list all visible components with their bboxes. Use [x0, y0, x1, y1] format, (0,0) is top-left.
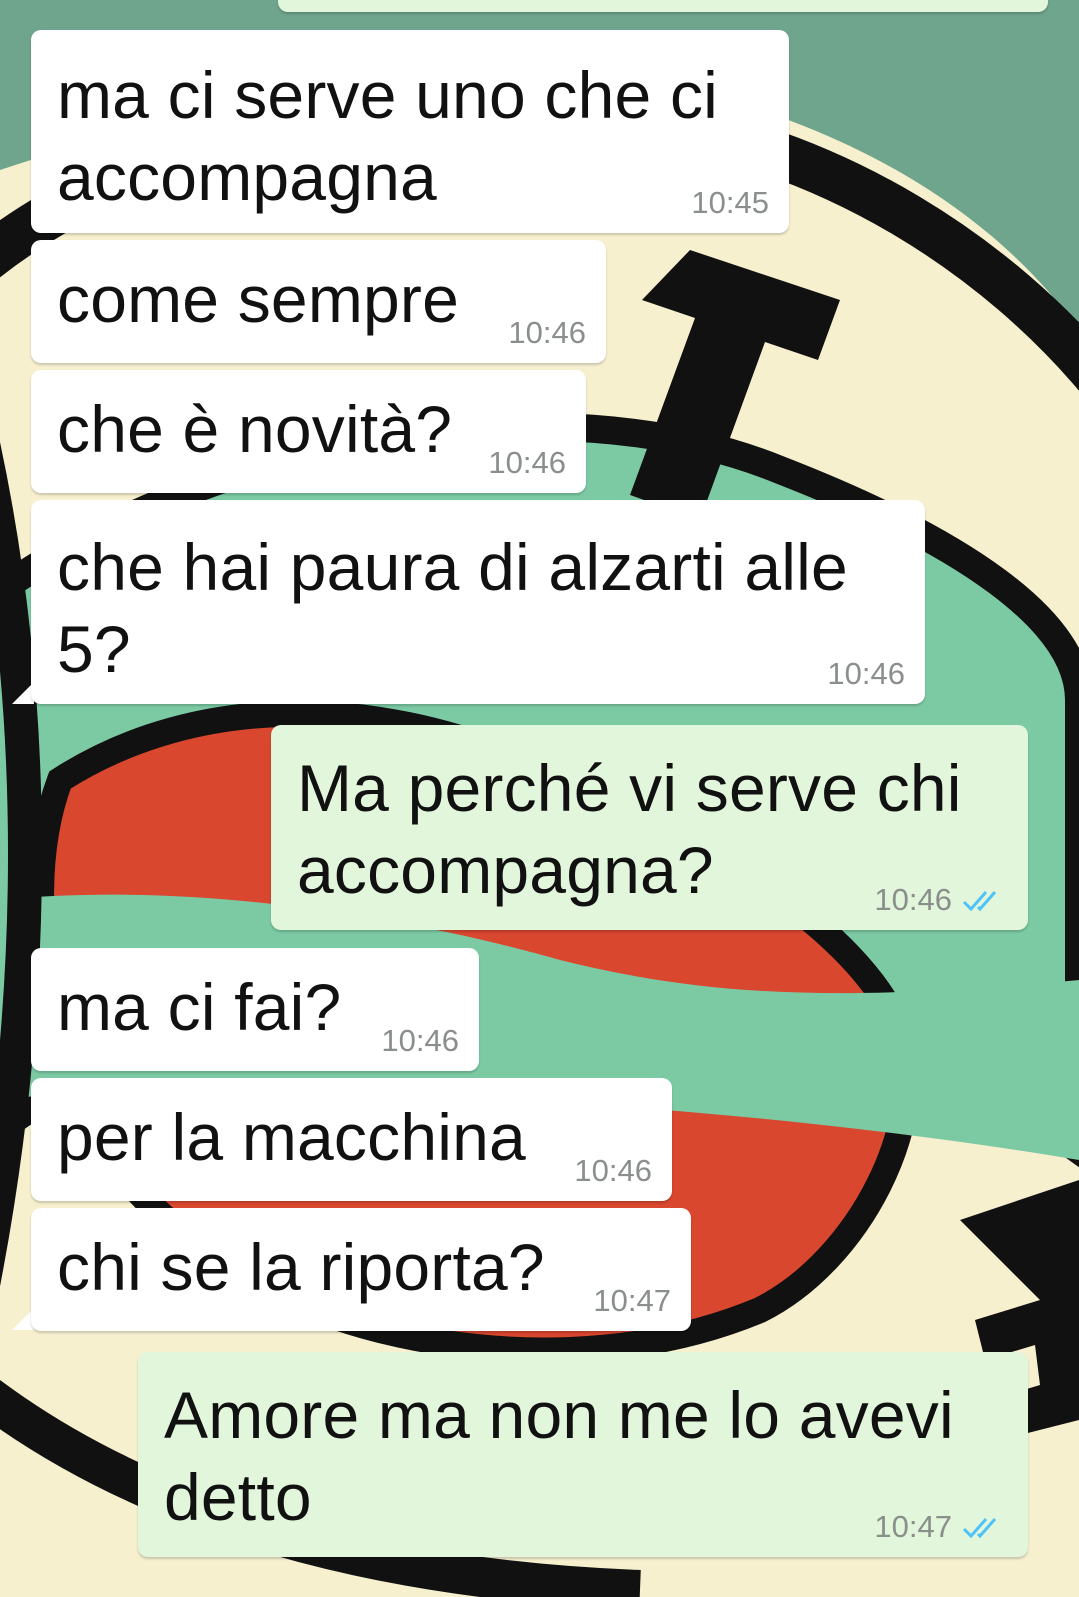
incoming-message[interactable]: che hai paura di alzarti alle 5? 10:46	[31, 500, 925, 704]
message-meta: 10:47	[874, 1509, 1008, 1545]
outgoing-message[interactable]: Amore ma non me lo avevi detto 10:47	[138, 1352, 1028, 1557]
incoming-message[interactable]: ma ci serve uno che ci accompagna 10:45	[31, 30, 789, 233]
message-text: per la macchina	[57, 1100, 526, 1174]
double-check-icon	[962, 891, 997, 912]
message-text: che è novità?	[57, 392, 453, 466]
message-text: che hai paura di alzarti alle 5?	[57, 530, 848, 686]
incoming-message[interactable]: per la macchina 10:46	[31, 1078, 672, 1201]
message-meta: 10:46	[508, 315, 586, 351]
message-meta: 10:46	[574, 1153, 652, 1189]
message-time: 10:46	[874, 882, 952, 917]
message-meta: 10:46	[874, 882, 1008, 918]
message-text: chi se la riporta?	[57, 1230, 545, 1304]
previous-message-edge	[278, 0, 1048, 12]
message-text: ma ci fai?	[57, 970, 342, 1044]
message-time: 10:47	[593, 1283, 671, 1318]
message-time: 10:47	[874, 1509, 952, 1544]
message-time: 10:46	[827, 656, 905, 691]
incoming-message[interactable]: che è novità? 10:46	[31, 370, 586, 493]
message-time: 10:46	[488, 445, 566, 480]
message-time: 10:46	[508, 315, 586, 350]
incoming-message[interactable]: come sempre 10:46	[31, 240, 606, 363]
message-text: come sempre	[57, 262, 460, 336]
message-meta: 10:45	[691, 185, 769, 221]
message-text: ma ci serve uno che ci accompagna	[57, 58, 719, 214]
double-check-icon	[962, 1518, 997, 1539]
message-time: 10:45	[691, 185, 769, 220]
incoming-message[interactable]: ma ci fai? 10:46	[31, 948, 479, 1071]
message-text: Amore ma non me lo avevi detto	[164, 1378, 954, 1534]
message-meta: 10:46	[488, 445, 566, 481]
message-time: 10:46	[381, 1023, 459, 1058]
incoming-message[interactable]: chi se la riporta? 10:47	[31, 1208, 691, 1331]
message-time: 10:46	[574, 1153, 652, 1188]
message-text: Ma perché vi serve chi accompagna?	[297, 751, 962, 907]
outgoing-message[interactable]: Ma perché vi serve chi accompagna? 10:46	[271, 725, 1028, 930]
message-meta: 10:47	[593, 1283, 671, 1319]
message-meta: 10:46	[381, 1023, 459, 1059]
message-meta: 10:46	[827, 656, 905, 692]
